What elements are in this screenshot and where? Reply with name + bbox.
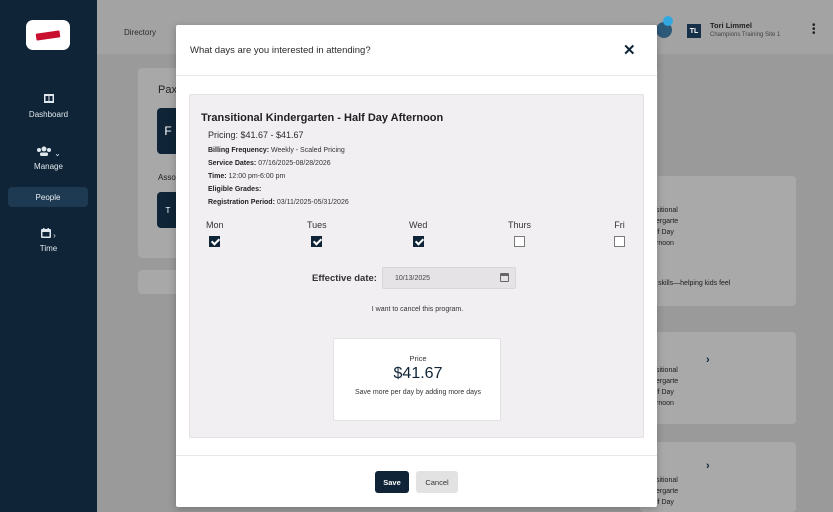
price-label: Price <box>409 354 427 363</box>
sidebar-item-dashboard[interactable]: Dashboard <box>0 94 97 119</box>
effective-date-input[interactable] <box>382 267 516 289</box>
registration-period: Registration Period: 03/11/2025-05/31/20… <box>208 199 349 206</box>
program-pricing: Pricing: $41.67 - $41.67 <box>208 130 304 140</box>
card-line: rnoon <box>656 240 674 247</box>
card-line: sitional <box>656 367 678 374</box>
sidebar-item-label: Dashboard <box>28 110 69 119</box>
sidebar-item-label: Time <box>39 244 58 253</box>
day-tues: Tues <box>307 220 327 252</box>
notification-badge <box>663 16 673 26</box>
detail-label: Time: <box>208 173 227 180</box>
divider <box>176 75 657 76</box>
chevron-right-icon: › <box>53 231 56 240</box>
program-card[interactable]: › sitional ergarte lf Day <box>640 442 796 512</box>
day-checkbox[interactable] <box>209 236 221 247</box>
day-fri: Fri <box>614 220 625 252</box>
service-dates: Service Dates: 07/16/2025-08/28/2026 <box>208 160 331 167</box>
day-thurs: Thurs <box>508 220 531 252</box>
sidebar-item-people[interactable]: People <box>8 187 88 207</box>
people-group-icon: ⌄ <box>0 146 97 158</box>
card-line: ergarte <box>656 378 679 385</box>
day-checkbox[interactable] <box>514 236 525 247</box>
detail-label: Service Dates: <box>208 160 257 167</box>
more-options-icon[interactable]: • • • <box>812 21 816 39</box>
calendar-icon: › <box>0 228 97 240</box>
detail-value: 03/11/2025-05/31/2026 <box>276 199 349 206</box>
detail-label: Eligible Grades: <box>208 186 262 193</box>
billing-frequency: Billing Frequency: Weekly - Scaled Prici… <box>208 147 345 154</box>
card-line: ergarte <box>656 488 679 495</box>
detail-value: 07/16/2025-08/28/2026 <box>258 160 331 167</box>
divider <box>176 455 657 456</box>
card-line: sitional <box>656 207 678 214</box>
effective-date-label: Effective date: <box>312 273 377 284</box>
chevron-right-icon[interactable]: › <box>706 354 710 366</box>
card-line: lf Day <box>656 229 674 236</box>
dashboard-icon <box>0 94 97 106</box>
user-menu[interactable]: TL Tori Limmel Champions Training Site 1 <box>683 18 803 44</box>
chip-letter: F <box>164 124 172 138</box>
brand-logo[interactable] <box>26 20 70 50</box>
day-checkbox[interactable] <box>311 236 323 247</box>
price-note: Save more per day by adding more days <box>354 389 482 396</box>
card-line: sitional <box>656 477 678 484</box>
day-label: Fri <box>614 220 625 230</box>
user-name: Tori Limmel <box>710 21 752 30</box>
card-description: skills—helping kids feel <box>658 280 731 287</box>
detail-value: 12:00 pm-6:00 pm <box>228 173 286 180</box>
card-line: lf Day <box>656 389 674 396</box>
chevron-right-icon[interactable]: › <box>706 460 710 472</box>
sidebar-item-time[interactable]: › Time <box>0 228 97 253</box>
day-wed: Wed <box>409 220 427 252</box>
cancel-program-link[interactable]: I want to cancel this program. <box>190 306 645 313</box>
day-label: Thurs <box>508 220 532 230</box>
eligible-grades: Eligible Grades: <box>208 186 261 193</box>
day-label: Wed <box>409 220 428 230</box>
attendance-modal: What days are you interested in attendin… <box>176 25 657 507</box>
price-value: $41.67 <box>393 365 443 382</box>
program-time: Time: 12:00 pm-6:00 pm <box>208 173 285 180</box>
day-checkbox[interactable] <box>614 236 625 247</box>
card-line: ergarte <box>656 218 679 225</box>
chip-letter: T <box>165 205 171 215</box>
save-button[interactable]: Save <box>375 471 409 493</box>
cancel-button[interactable]: Cancel <box>416 471 458 493</box>
day-checkbox[interactable] <box>412 236 424 247</box>
calendar-icon[interactable] <box>500 273 509 282</box>
card-line: rnoon <box>656 400 674 407</box>
sidebar-item-manage[interactable]: ⌄ Manage <box>0 146 97 171</box>
day-mon: Mon <box>206 220 224 252</box>
detail-value: Weekly - Scaled Pricing <box>271 147 345 154</box>
sidebar-item-label: People <box>35 192 61 202</box>
program-card[interactable]: › sitional ergarte lf Day rnoon <box>640 332 796 424</box>
day-label: Tues <box>307 220 327 230</box>
user-site: Champions Training Site 1 <box>710 32 781 38</box>
close-icon[interactable]: ✕ <box>623 41 636 59</box>
program-details-panel: Transitional Kindergarten - Half Day Aft… <box>189 94 644 438</box>
avatar: TL <box>687 24 701 38</box>
chevron-down-icon: ⌄ <box>54 149 61 158</box>
program-title: Transitional Kindergarten - Half Day Aft… <box>201 112 444 124</box>
detail-label: Billing Frequency: <box>208 147 270 154</box>
price-summary: Price $41.67 Save more per day by adding… <box>333 338 501 421</box>
sidebar-item-label: Manage <box>34 162 63 171</box>
card-line: lf Day <box>656 499 674 506</box>
profile-heading: Pax <box>158 84 177 96</box>
associations-heading: Asso <box>158 173 176 182</box>
sidebar: Dashboard ⌄ Manage People › Time <box>0 0 97 512</box>
logo-mark <box>35 29 61 41</box>
day-label: Mon <box>206 220 224 230</box>
program-card[interactable]: sitional ergarte lf Day rnoon skills—hel… <box>640 176 796 306</box>
detail-label: Registration Period: <box>208 199 275 206</box>
breadcrumb[interactable]: Directory <box>124 28 156 37</box>
modal-title: What days are you interested in attendin… <box>190 45 371 56</box>
